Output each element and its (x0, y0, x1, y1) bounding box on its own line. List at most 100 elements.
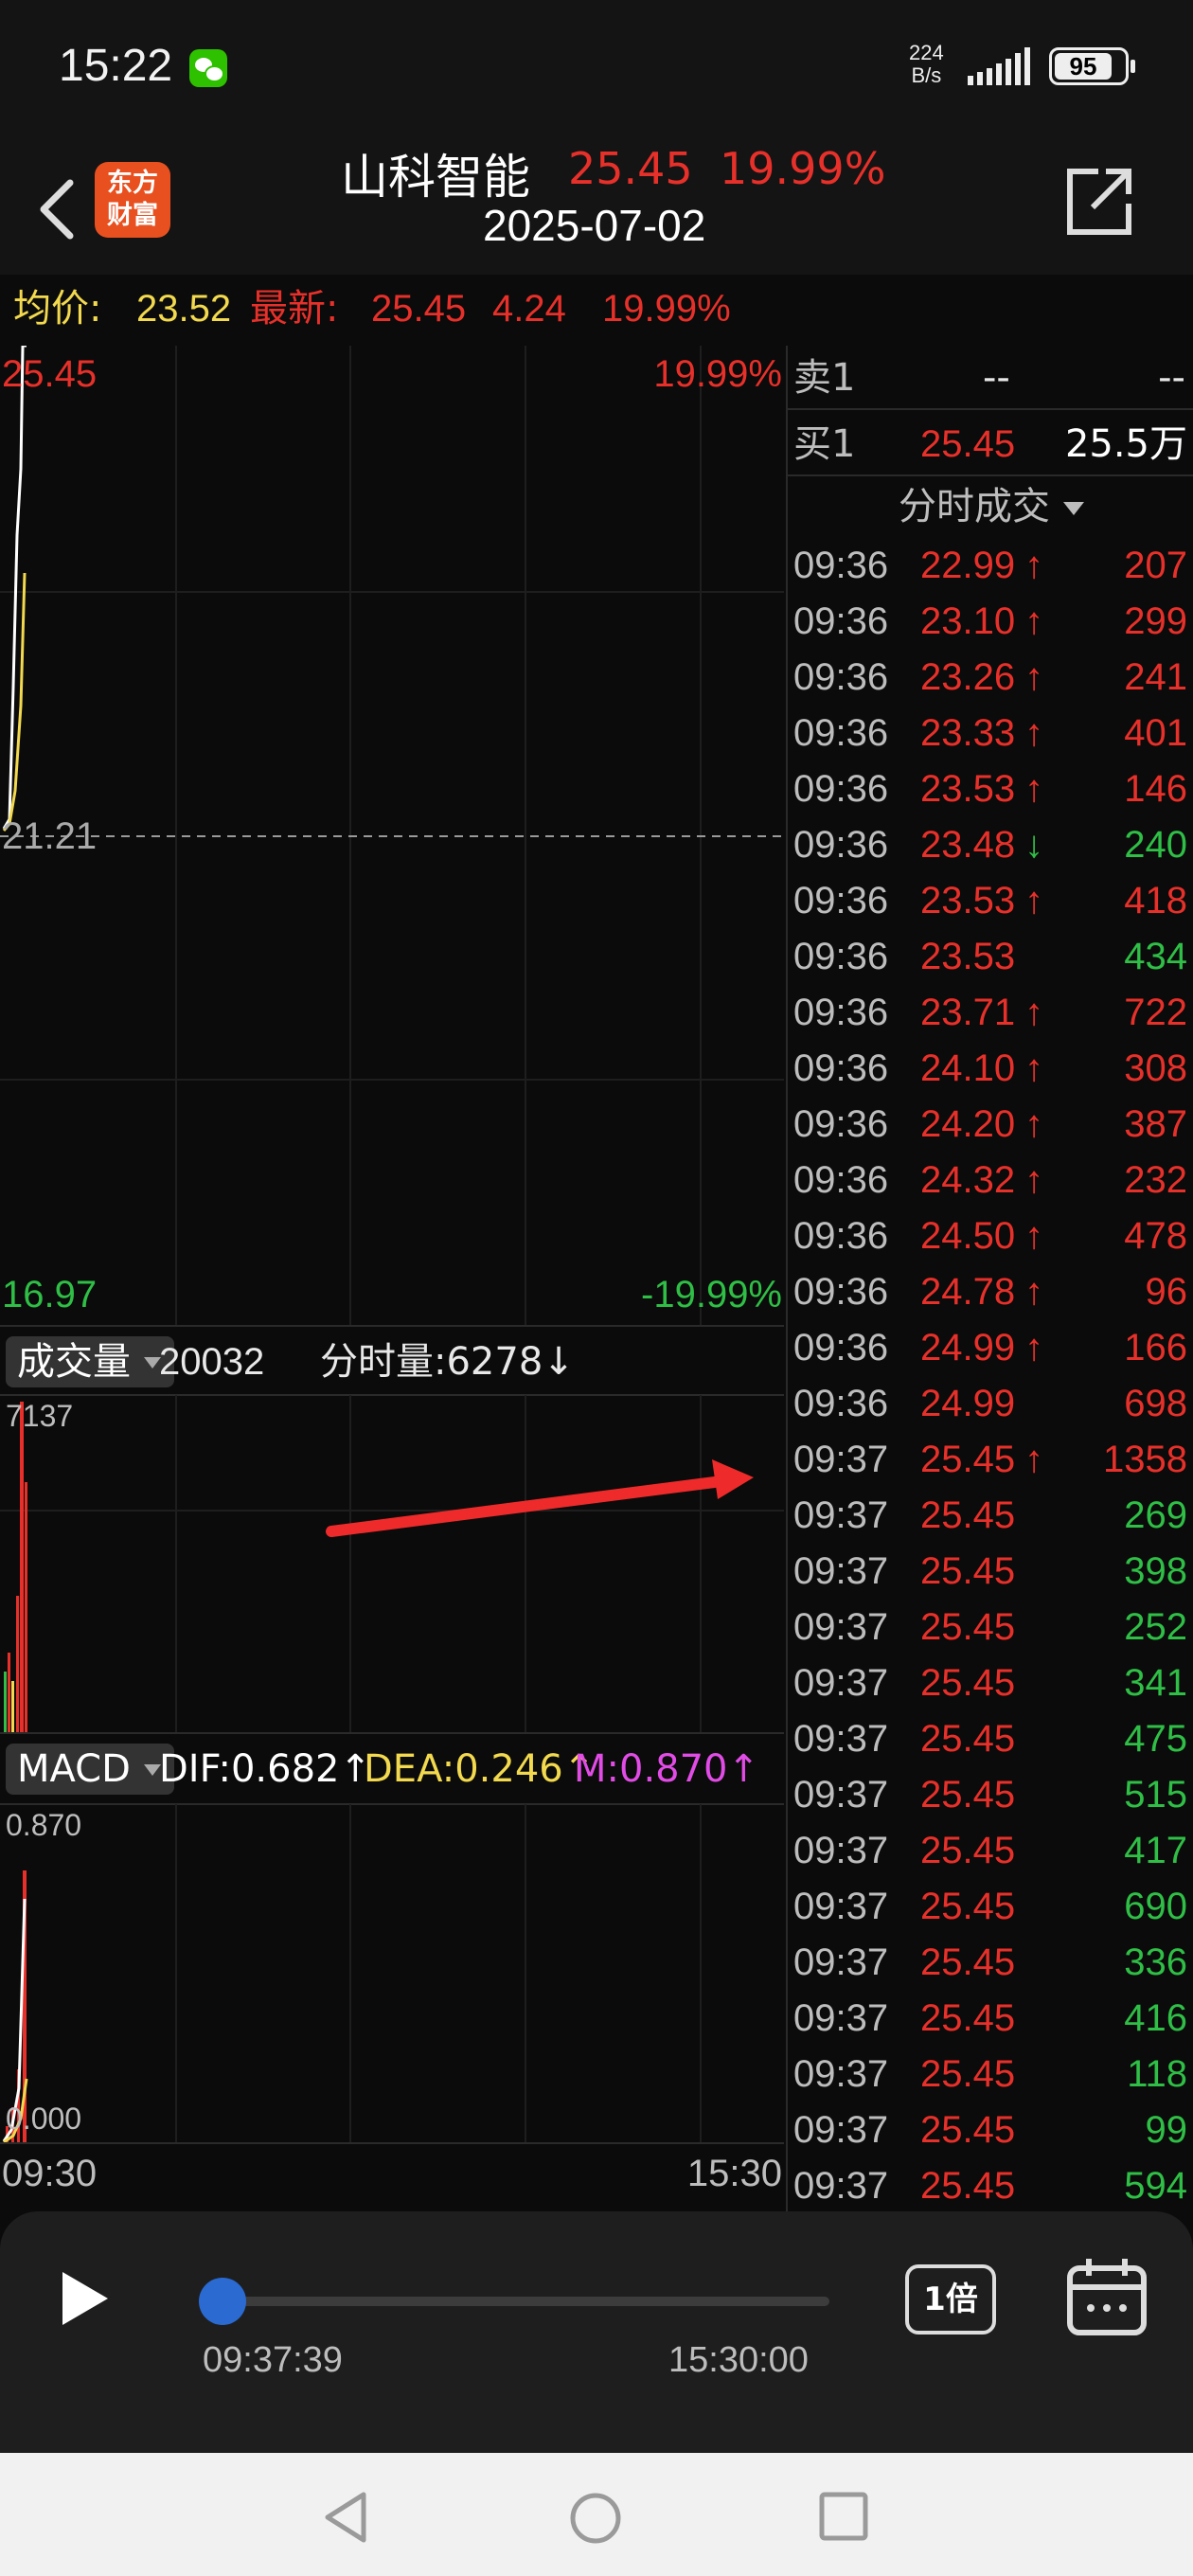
tick-price: 23.53 (920, 880, 1016, 921)
tick-price: 23.26 (920, 656, 1016, 698)
tick-direction-arrow: ↑ (1024, 992, 1043, 1033)
stock-price: 25.45 (568, 143, 693, 194)
tick-price: 24.20 (920, 1103, 1016, 1145)
tick-volume: 698 (1124, 1383, 1187, 1424)
tick-row: 09:36 23.53 ↑ 418 (788, 873, 1193, 929)
tick-price: 25.45 (920, 2165, 1016, 2207)
tick-volume: 475 (1124, 1718, 1187, 1760)
back-arrow-icon[interactable] (27, 171, 93, 247)
tick-direction-arrow: ↑ (1024, 1215, 1043, 1257)
tick-time: 09:36 (793, 824, 889, 866)
tick-price: 25.45 (920, 1941, 1016, 1983)
tick-row: 09:36 23.53 ↑ 146 (788, 761, 1193, 817)
tick-volume: 478 (1124, 1215, 1187, 1257)
tick-row: 09:37 25.45 594 (788, 2158, 1193, 2214)
tick-row: 09:37 25.45 ↑ 1358 (788, 1432, 1193, 1488)
tick-time: 09:36 (793, 656, 889, 698)
latest-price-value: 25.45 (371, 288, 467, 330)
tick-direction-arrow: ↑ (1024, 1159, 1043, 1201)
pct-axis-top: 19.99% (653, 353, 782, 395)
tick-row: 09:37 25.45 515 (788, 1767, 1193, 1823)
tick-direction-arrow: ↑ (1024, 1327, 1043, 1368)
tick-volume: 417 (1124, 1830, 1187, 1871)
intraday-chart[interactable]: 25.45 19.99% 21.21 16.97 -19.99% 成交量 200… (0, 346, 784, 2211)
tick-row: 09:36 23.26 ↑ 241 (788, 650, 1193, 706)
tick-row: 09:36 23.10 ↑ 299 (788, 594, 1193, 650)
tick-price: 23.53 (920, 936, 1016, 977)
tick-time: 09:37 (793, 1774, 889, 1816)
tick-price: 25.45 (920, 1439, 1016, 1480)
calendar-icon[interactable] (1066, 2257, 1148, 2338)
sell1-price: -- (983, 356, 1010, 400)
tick-time: 09:36 (793, 712, 889, 754)
play-icon[interactable] (62, 2272, 108, 2325)
playback-bar: 09:37:39 15:30:00 1倍 (0, 2211, 1193, 2453)
tick-volume: 232 (1124, 1159, 1187, 1201)
tick-time: 09:36 (793, 1271, 889, 1313)
tick-price: 23.71 (920, 992, 1016, 1033)
nav-back-icon[interactable] (322, 2491, 369, 2544)
tick-price: 25.45 (920, 1886, 1016, 1927)
tick-time: 09:37 (793, 2109, 889, 2151)
tick-row: 09:36 23.48 ↓ 240 (788, 817, 1193, 873)
playback-slider-track[interactable] (218, 2297, 829, 2306)
tick-row: 09:37 25.45 269 (788, 1488, 1193, 1544)
tick-price: 25.45 (920, 1606, 1016, 1648)
tick-volume: 594 (1124, 2165, 1187, 2207)
tick-price: 25.45 (920, 2109, 1016, 2151)
tick-row: 09:37 25.45 417 (788, 1823, 1193, 1879)
tick-time: 09:36 (793, 1327, 889, 1368)
buy1-row: 买1 25.45 25.5万 (788, 412, 1193, 476)
volume-indicator-select[interactable]: 成交量 (6, 1336, 174, 1387)
stock-header: 东方 财富 山科智能 25.45 19.99% 2025-07-02 (0, 137, 1193, 275)
share-icon[interactable] (1060, 164, 1136, 240)
tick-time: 09:36 (793, 880, 889, 921)
volume-bars (4, 1402, 27, 1733)
tick-time: 09:36 (793, 992, 889, 1033)
tick-time: 09:36 (793, 545, 889, 586)
tick-volume: 96 (1145, 1271, 1188, 1313)
latest-change: 4.24 (492, 288, 566, 330)
tick-volume: 118 (1127, 2053, 1187, 2095)
stock-change-pct: 19.99% (720, 143, 886, 194)
battery-level: 95 (1055, 53, 1112, 80)
tick-price: 25.45 (920, 1718, 1016, 1760)
tick-time: 09:37 (793, 1550, 889, 1592)
tick-direction-arrow: ↓ (1024, 824, 1043, 866)
macd-indicator-select[interactable]: MACD (6, 1744, 174, 1795)
volume-axis-max: 7137 (6, 1399, 74, 1433)
tick-volume: 269 (1124, 1494, 1187, 1536)
tick-time: 09:36 (793, 768, 889, 810)
tick-direction-arrow: ↑ (1024, 1439, 1043, 1480)
tick-volume: 308 (1124, 1047, 1187, 1089)
tick-direction-arrow: ↑ (1024, 768, 1043, 810)
macd-m: M:0.870↑ (574, 1747, 760, 1791)
tick-row: 09:37 25.45 475 (788, 1711, 1193, 1767)
tick-row: 09:36 24.99 ↑ 166 (788, 1320, 1193, 1376)
time-axis-start: 09:30 (2, 2153, 98, 2194)
tick-row: 09:36 24.10 ↑ 308 (788, 1041, 1193, 1097)
playback-slider-handle[interactable] (199, 2278, 246, 2325)
tick-row: 09:37 25.45 336 (788, 1935, 1193, 1991)
tick-time: 09:36 (793, 600, 889, 642)
tick-volume: 416 (1124, 1997, 1187, 2039)
volume-current: 分时量:6278↓ (320, 1340, 575, 1384)
tick-time: 09:36 (793, 1047, 889, 1089)
wechat-notification-icon (189, 49, 227, 87)
nav-recents-icon[interactable] (818, 2491, 869, 2542)
playback-speed-button[interactable]: 1倍 (905, 2264, 996, 2334)
system-nav-bar (0, 2453, 1193, 2576)
tick-row: 09:36 23.33 ↑ 401 (788, 706, 1193, 761)
tick-volume: 690 (1124, 1886, 1187, 1927)
ticks-title-dropdown[interactable]: 分时成交 (788, 478, 1193, 535)
tick-price: 23.53 (920, 768, 1016, 810)
price-axis-top: 25.45 (2, 353, 98, 395)
macd-axis-top: 0.870 (6, 1808, 82, 1842)
tick-direction-arrow: ↑ (1024, 1047, 1043, 1089)
tick-price: 24.50 (920, 1215, 1016, 1257)
tick-time: 09:37 (793, 1830, 889, 1871)
nav-home-icon[interactable] (568, 2491, 623, 2546)
price-axis-bottom: 16.97 (2, 1274, 98, 1315)
tick-direction-arrow: ↑ (1024, 656, 1043, 698)
sell1-label: 卖1 (793, 356, 856, 400)
